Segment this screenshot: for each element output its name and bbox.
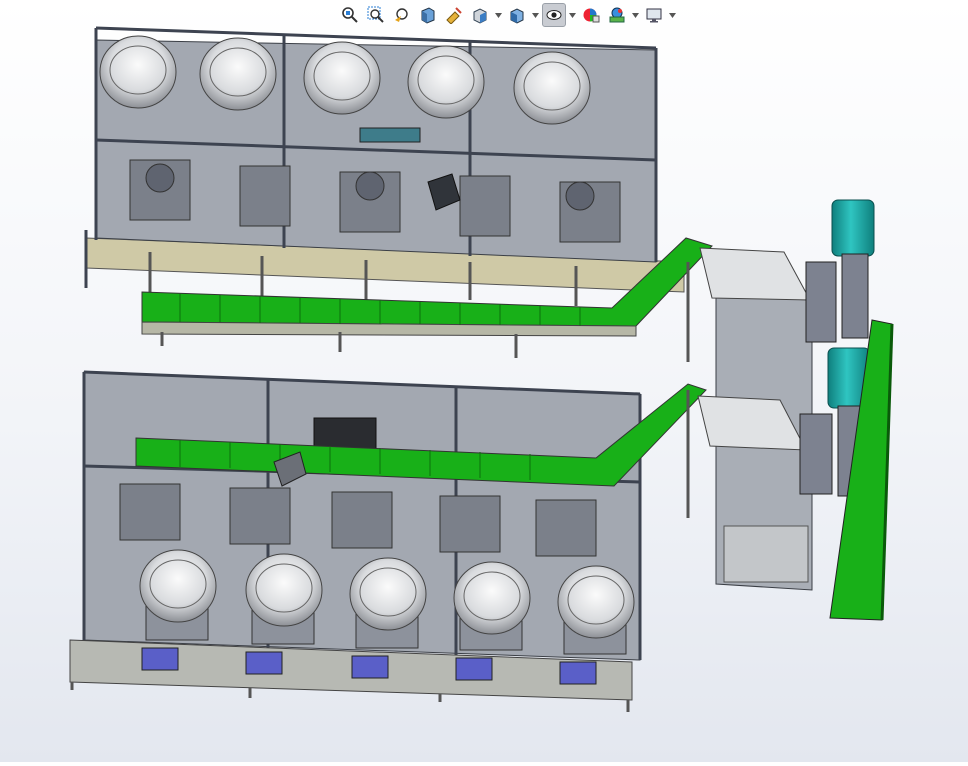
bowl-feeder xyxy=(245,553,323,645)
right-station[interactable] xyxy=(697,199,894,621)
upper-cyan-bar xyxy=(359,127,421,143)
apply-scene-button[interactable] xyxy=(605,3,629,27)
zoom-to-area-icon xyxy=(367,6,384,23)
display-style-button[interactable] xyxy=(505,3,529,27)
hide-show-items-button[interactable] xyxy=(542,3,566,27)
hide-show-items-dropdown[interactable] xyxy=(568,3,577,27)
chevron-down-icon xyxy=(495,12,502,18)
lower-assembly[interactable] xyxy=(69,370,707,712)
apply-scene-dropdown[interactable] xyxy=(631,3,640,27)
dynamic-annotation-button[interactable] xyxy=(442,3,466,27)
view-orientation-dropdown[interactable] xyxy=(494,3,503,27)
bowl-feeder xyxy=(349,557,427,649)
dynamic-annotation-icon xyxy=(446,7,462,24)
upper-assembly[interactable] xyxy=(84,26,713,362)
view-settings-button[interactable] xyxy=(642,3,666,27)
chevron-down-icon xyxy=(632,12,639,18)
chevron-down-icon xyxy=(569,12,576,18)
previous-view-button[interactable] xyxy=(390,3,414,27)
right-cabinet-door xyxy=(723,525,809,583)
upper-hopper xyxy=(699,247,811,301)
view-orientation-icon xyxy=(473,8,487,24)
zoom-to-fit-button[interactable] xyxy=(338,3,362,27)
section-view-icon xyxy=(421,7,435,24)
section-view-button[interactable] xyxy=(416,3,440,27)
zoom-to-area-button[interactable] xyxy=(364,3,388,27)
view-settings-icon xyxy=(646,8,662,23)
display-style-dropdown[interactable] xyxy=(531,3,540,27)
apply-scene-icon xyxy=(609,7,625,23)
zoom-to-fit-icon xyxy=(342,7,358,23)
previous-view-icon xyxy=(395,8,408,22)
heads-up-view-toolbar xyxy=(338,2,677,28)
display-style-icon xyxy=(510,8,524,24)
hide-show-items-icon xyxy=(546,10,562,20)
view-settings-dropdown[interactable] xyxy=(668,3,677,27)
chevron-down-icon xyxy=(669,12,676,18)
bowl-feeder xyxy=(139,549,217,641)
bowl-feeder xyxy=(407,45,485,119)
bowl-feeder xyxy=(557,565,635,655)
upper-tank xyxy=(831,199,875,257)
chevron-down-icon xyxy=(532,12,539,18)
view-orientation-button[interactable] xyxy=(468,3,492,27)
bowl-feeder xyxy=(453,561,531,651)
bowl-feeder xyxy=(99,35,177,109)
bowl-feeder xyxy=(513,51,591,125)
edit-appearance-icon xyxy=(583,8,600,23)
3d-viewport[interactable] xyxy=(0,0,968,762)
edit-appearance-button[interactable] xyxy=(579,3,603,27)
bowl-feeder xyxy=(303,41,381,115)
bowl-feeder xyxy=(199,37,277,111)
